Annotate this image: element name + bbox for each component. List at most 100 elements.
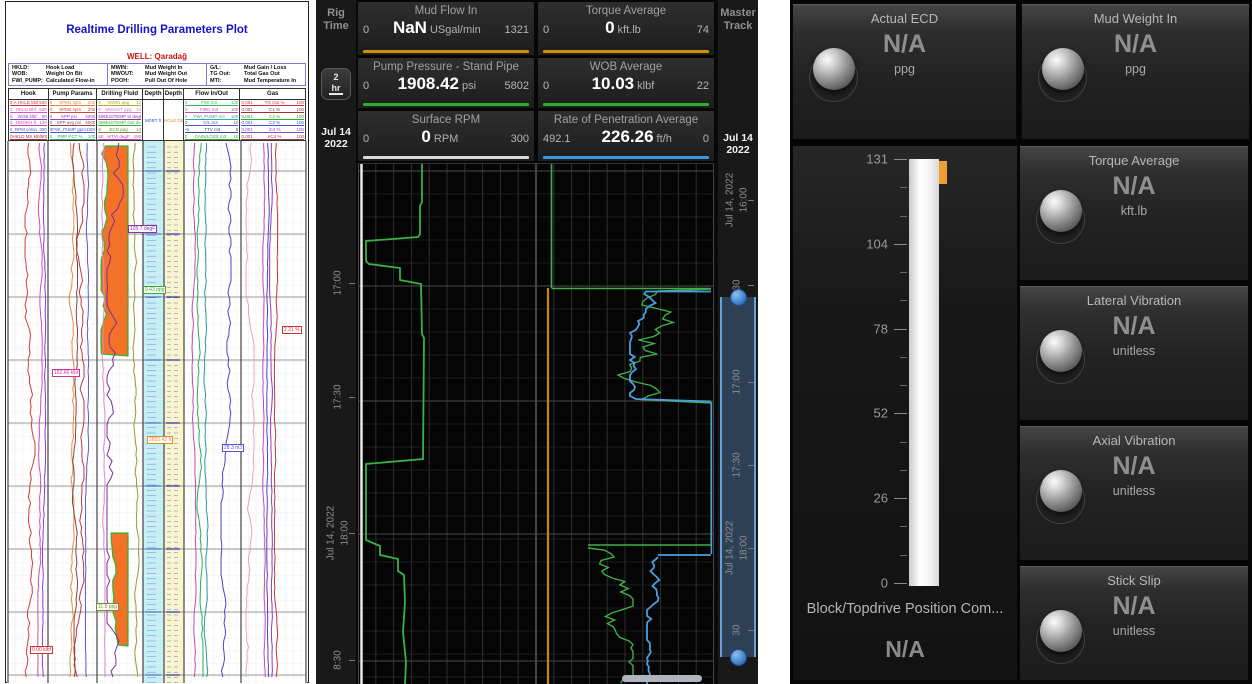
- time-axis-tick: [748, 200, 754, 201]
- gauge-unit: psi: [462, 80, 476, 92]
- scale-row: 0SPM1 spm200: [50, 100, 96, 106]
- gauge-bar-green: [363, 103, 529, 106]
- time-axis-tick: [349, 660, 355, 661]
- scale-row: 0RPM c/min300: [10, 127, 47, 133]
- scale-row: 0A-HKLD klbf500: [10, 100, 47, 106]
- gauge-tick-minor: [900, 526, 907, 527]
- gauge-max: 22: [697, 80, 709, 92]
- tile-lateral-vibration[interactable]: Lateral Vibration N/A unitless: [1019, 285, 1249, 421]
- legend-name: Calculated Flow-in: [46, 78, 95, 84]
- scale-row: 0FWI_PUMP gpm1500: [50, 127, 96, 133]
- status-sphere-icon: [1040, 470, 1082, 512]
- scale-row: 0HKLD MX klbf500: [10, 134, 47, 140]
- gauge-value: 0: [605, 18, 614, 37]
- tile-title: Lateral Vibration: [1020, 293, 1248, 308]
- curve-value-label: 0.00 klbf: [30, 646, 53, 654]
- gauge-min: 0: [543, 80, 549, 92]
- gauge-tick-label: 26: [848, 491, 888, 506]
- track-header: Flow In/Out: [184, 89, 241, 99]
- interval-value: 2: [333, 72, 338, 82]
- curve-value-label: 9.43 ppg: [143, 286, 166, 294]
- track-header: Depth: [143, 89, 164, 99]
- gauge-bar-blue: [543, 156, 709, 159]
- gauge-title: Pump Pressure - Stand Pipe: [363, 60, 529, 74]
- legend-name: Pull Out Of Hole: [145, 78, 187, 84]
- scale-row: 0SPP psi5000: [50, 114, 96, 120]
- gauge-value: 1908.42: [398, 74, 459, 93]
- gauge-tick-label: 104: [848, 236, 888, 251]
- legend-box: HKLD:Hook Load WOB:Weight On Bit FWI_PUM…: [8, 63, 306, 86]
- time-axis-tick: [349, 283, 355, 284]
- status-sphere-icon: [1040, 330, 1082, 372]
- track-header: Gas: [240, 89, 305, 99]
- time-axis-label: 17:00: [732, 369, 743, 394]
- gauge-value: NaN: [393, 18, 427, 37]
- gauge-min: 0: [363, 24, 369, 36]
- time-axis-tick: [748, 382, 754, 383]
- horizontal-scrollbar[interactable]: [622, 675, 702, 682]
- scale-column: 0SPM1 spm2000SPM2 spm2000SPP psi50000SPP…: [49, 100, 98, 140]
- gauge-mud-flow-in[interactable]: Mud Flow In 0 NaNUSgal/min 1321: [358, 2, 534, 55]
- scale-row: 0SPM2 spm200: [50, 107, 96, 113]
- scale-column: 0.001TG Out %1000.001C1 %1000.001C2 %100…: [240, 100, 305, 140]
- time-axis-tick: [748, 285, 754, 286]
- time-axis-label: 8:30: [333, 650, 344, 669]
- gauge-torque-average[interactable]: Torque Average 0 0kft.lb 74: [538, 2, 714, 55]
- tile-mud-weight-in[interactable]: Mud Weight In N/A ppg: [1021, 3, 1250, 140]
- legend-abbr: MTI:: [210, 78, 244, 84]
- scale-row: 50MTVI degF150: [98, 134, 141, 140]
- gauge-min: 492.1: [543, 133, 571, 145]
- gauge-min: 0: [363, 133, 369, 145]
- curve-value-label: 2855.43 ft: [147, 436, 173, 444]
- gauge-tick-minor: [900, 272, 907, 273]
- time-axis-label: 17:00: [333, 270, 344, 295]
- scale-row: 0HOOKH ft120: [10, 120, 47, 126]
- gauge-wob-average[interactable]: WOB Average 0 10.03klbf 22: [538, 58, 714, 108]
- gauge-max: 0: [703, 133, 709, 145]
- scale-row: 0FWO m3100: [185, 107, 239, 113]
- gauge-bar-green: [543, 103, 709, 106]
- scale-column: MDBT ft: [143, 100, 164, 140]
- gauge-title: WOB Average: [543, 60, 709, 74]
- gauge-unit: RPM: [434, 133, 458, 145]
- gauge-tick-minor: [900, 555, 907, 556]
- well-log-plot: 152.66 klbf105.7 degF9.43 ppg2855.43 ft2…: [7, 141, 307, 683]
- drilling-dashboard: Realtime Drilling Parameters Plot WELL: …: [0, 0, 1252, 684]
- gauge-tick-minor: [900, 187, 907, 188]
- gauge-tick-major: [894, 244, 907, 245]
- interval-2hr-button[interactable]: 2 hr: [321, 68, 351, 100]
- curve-value-label: 105.7 degF: [128, 225, 157, 233]
- scale-column: 8MWIN ppg128MWOUT ppg1250MUDTEMP In degF…: [97, 100, 143, 140]
- scale-row: 0.001iC4 %100: [241, 127, 304, 133]
- track-header: Drilling Fluid: [97, 89, 143, 99]
- selection-handle-bottom[interactable]: [730, 649, 747, 666]
- gauge-tick-label: 0: [848, 576, 888, 591]
- gauge-tick-label: 78: [848, 321, 888, 336]
- legend-column: G/L:Mud Gain / Loss TG Out:Total Gas Out…: [207, 64, 305, 85]
- scale-row: 0SPP avg psi5000: [50, 120, 96, 126]
- gauge-surface-rpm[interactable]: Surface RPM 0 0RPM 300: [358, 111, 534, 161]
- scale-column: 0A-HKLD klbf5000HKLD klbf5000WOB klbf500…: [9, 100, 49, 140]
- gauge-rop-average[interactable]: Rate of Penetration Average 492.1 226.26…: [538, 111, 714, 161]
- status-sphere-icon: [1040, 610, 1082, 652]
- gauge-tick-major: [894, 498, 907, 499]
- tile-axial-vibration[interactable]: Axial Vibration N/A unitless: [1019, 425, 1249, 561]
- scale-table-header: HookPump ParamsDrilling FluidDepthDepthF…: [9, 89, 305, 100]
- tile-actual-ecd[interactable]: Actual ECD N/A ppg: [792, 3, 1017, 140]
- track-header: Hook: [9, 89, 49, 99]
- gauge-tick-major: [894, 413, 907, 414]
- tile-torque-average[interactable]: Torque Average N/A kft.lb: [1019, 145, 1249, 281]
- gauge-unit: klbf: [637, 80, 654, 92]
- legend-column: HKLD:Hook Load WOB:Weight On Bit FWI_PUM…: [9, 64, 108, 85]
- selection-handle-top[interactable]: [730, 289, 747, 306]
- tile-stick-slip[interactable]: Stick Slip N/A unitless: [1019, 565, 1249, 681]
- gauge-pump-pressure[interactable]: Pump Pressure - Stand Pipe 0 1908.42psi …: [358, 58, 534, 108]
- gauge-unit: ft/h: [657, 133, 672, 145]
- master-track-label: Master Track: [718, 7, 758, 33]
- gauge-tick-minor: [900, 470, 907, 471]
- page-title: Realtime Drilling Parameters Plot: [6, 24, 308, 36]
- scale-row: 0G/L m310: [185, 120, 239, 126]
- scale-table-body: 0A-HKLD klbf5000HKLD klbf5000WOB klbf500…: [9, 100, 305, 140]
- time-axis-tick: [748, 548, 754, 549]
- scale-row: 50MUDTEMP In degF150: [98, 114, 141, 120]
